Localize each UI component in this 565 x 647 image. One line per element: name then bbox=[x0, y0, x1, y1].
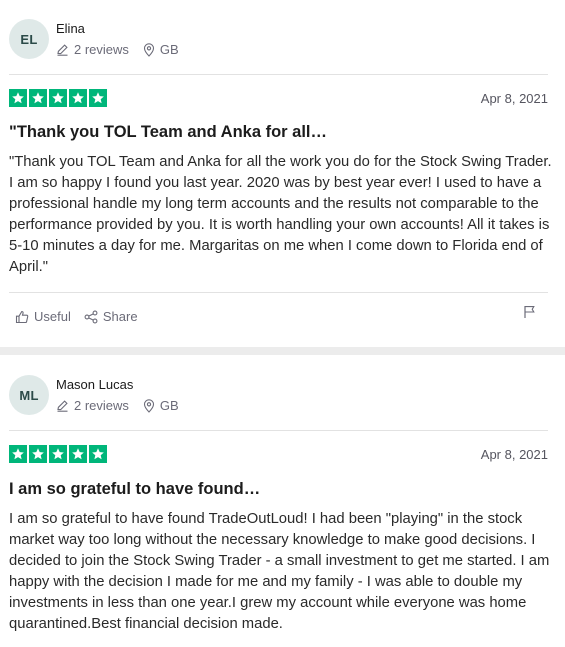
star-icon bbox=[89, 445, 107, 463]
star-icon bbox=[9, 89, 27, 107]
location-pin-icon bbox=[143, 42, 155, 57]
reviewer-meta: 2 reviews GB bbox=[56, 42, 179, 57]
star-icon bbox=[29, 89, 47, 107]
review-date: Apr 8, 2021 bbox=[480, 91, 548, 106]
reviewer-name[interactable]: Mason Lucas bbox=[56, 377, 133, 392]
card-separator bbox=[0, 347, 565, 355]
star-icon bbox=[49, 445, 67, 463]
avatar[interactable]: ML bbox=[9, 375, 49, 415]
review-title[interactable]: I am so grateful to have found… bbox=[9, 480, 260, 499]
share-label: Share bbox=[102, 309, 138, 324]
reviewer-name[interactable]: Elina bbox=[56, 21, 85, 36]
divider bbox=[9, 292, 548, 293]
review-card: ML Mason Lucas 2 reviews GB Apr 8, 2021 … bbox=[0, 355, 565, 647]
review-body: "Thank you TOL Team and Anka for all the… bbox=[9, 154, 552, 275]
pencil-icon bbox=[56, 43, 69, 56]
pencil-icon bbox=[56, 399, 69, 412]
share-button[interactable]: Share bbox=[84, 309, 138, 324]
review-date: Apr 8, 2021 bbox=[480, 447, 548, 462]
star-icon bbox=[49, 89, 67, 107]
avatar[interactable]: EL bbox=[9, 19, 49, 59]
review-actions: Useful Share bbox=[15, 309, 151, 324]
location-pin-icon bbox=[143, 398, 155, 413]
review-title[interactable]: "Thank you TOL Team and Anka for all… bbox=[9, 123, 327, 142]
star-icon bbox=[89, 89, 107, 107]
useful-button[interactable]: Useful bbox=[15, 309, 71, 324]
star-icon bbox=[9, 445, 27, 463]
divider bbox=[9, 430, 548, 431]
divider bbox=[9, 74, 548, 75]
share-icon bbox=[84, 310, 103, 324]
star-icon bbox=[29, 445, 47, 463]
review-card: EL Elina 2 reviews GB Apr 8, 2021 "Thank… bbox=[0, 0, 565, 347]
reviewer-meta: 2 reviews GB bbox=[56, 398, 179, 413]
country: GB bbox=[159, 398, 179, 413]
useful-label: Useful bbox=[34, 309, 71, 324]
star-rating bbox=[9, 445, 107, 463]
review-body: I am so grateful to have found TradeOutL… bbox=[9, 511, 550, 632]
star-icon bbox=[69, 445, 87, 463]
star-rating bbox=[9, 89, 107, 107]
flag-icon[interactable] bbox=[523, 305, 536, 324]
review-count: 2 reviews bbox=[74, 398, 129, 413]
thumbs-up-icon bbox=[15, 310, 34, 324]
star-icon bbox=[69, 89, 87, 107]
review-count: 2 reviews bbox=[74, 42, 129, 57]
country: GB bbox=[159, 42, 179, 57]
